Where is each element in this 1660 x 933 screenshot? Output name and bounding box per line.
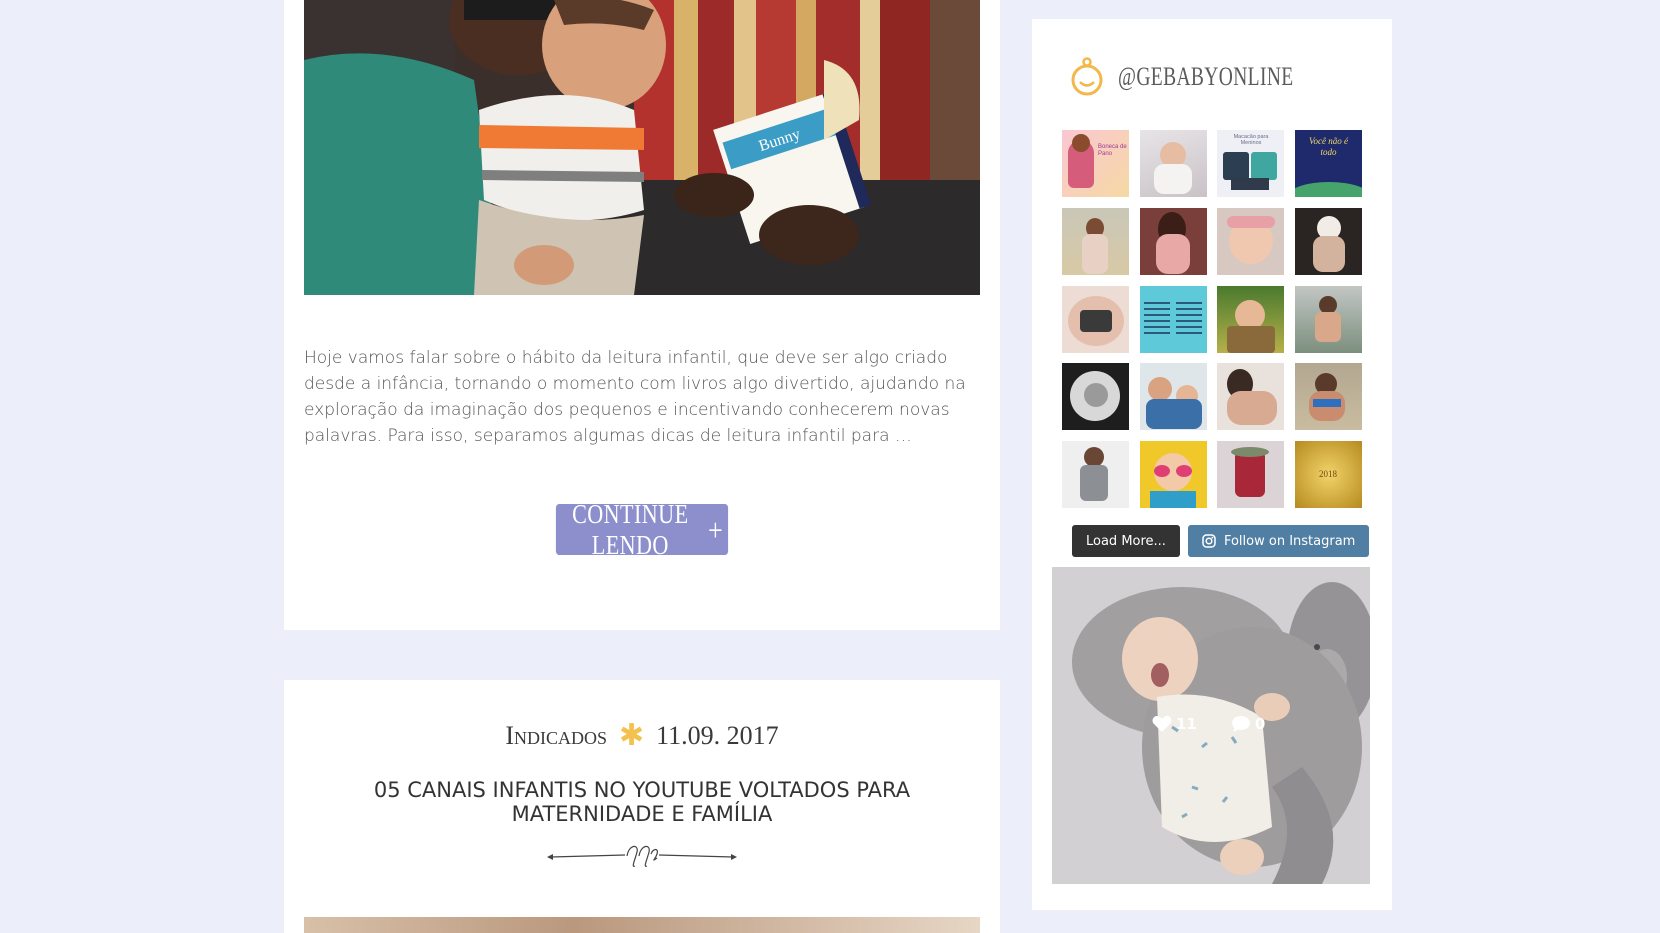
instagram-thumbnail[interactable]: Macacão para Meninos (1217, 130, 1284, 197)
instagram-thumbnail-caption: Macacão para Meninos (1233, 134, 1269, 146)
instagram-thumbnail[interactable]: 2018 (1294, 441, 1362, 509)
instagram-handle-link[interactable]: @gebabyonline (1118, 62, 1294, 92)
instagram-photo-grid: Boneca de Pano Macacão para Meninos Você… (1062, 130, 1362, 509)
post-date: 11.09. 2017 (656, 720, 779, 750)
continue-reading-button[interactable]: Continue lendo + (555, 499, 729, 560)
featured-instagram-post[interactable]: 11 0 (1052, 567, 1370, 884)
instagram-thumbnail[interactable] (1139, 441, 1207, 509)
instagram-thumbnail[interactable] (1062, 363, 1129, 431)
post-category-link[interactable]: Indicados (505, 721, 607, 751)
likes-stat: 11 (1152, 715, 1197, 733)
instagram-thumbnail[interactable] (1062, 285, 1129, 353)
instagram-thumbnail-caption: Você não é todo (1309, 136, 1348, 157)
instagram-widget: @gebabyonline Boneca de Pano Macacão par… (1032, 19, 1392, 910)
instagram-thumbnail[interactable] (1217, 207, 1284, 275)
post-featured-image[interactable]: Bunny (304, 0, 980, 295)
instagram-thumbnail[interactable] (1217, 363, 1284, 431)
instagram-thumbnail-caption: 2018 (1319, 469, 1337, 480)
instagram-thumbnail[interactable] (1217, 285, 1284, 353)
comments-stat: 0 (1231, 715, 1265, 733)
instagram-thumbnail-caption: Boneca de Pano (1098, 144, 1127, 157)
page: Bunny Hoje vamos falar sobre o hábito da… (0, 0, 1660, 933)
follow-on-instagram-button[interactable]: Follow on Instagram (1187, 525, 1370, 557)
plus-icon: + (707, 511, 724, 548)
blog-post-card: Indicados ✱ 11.09. 2017 05 canais infant… (284, 680, 1000, 933)
post-excerpt: Hoje vamos falar sobre o hábito da leitu… (304, 348, 966, 446)
instagram-thumbnail[interactable] (1139, 130, 1207, 197)
load-more-button[interactable]: Load More... (1072, 525, 1180, 557)
comments-count: 0 (1254, 715, 1266, 733)
blog-post-card: Bunny Hoje vamos falar sobre o hábito da… (284, 0, 1000, 630)
follow-on-instagram-label: Follow on Instagram (1223, 533, 1356, 549)
instagram-header: @gebabyonline (1070, 57, 1352, 97)
likes-count: 11 (1176, 715, 1197, 733)
post-featured-image[interactable] (304, 917, 980, 933)
instagram-thumbnail[interactable] (1294, 285, 1362, 353)
comment-icon (1231, 716, 1250, 732)
flourish-divider-icon (547, 845, 737, 867)
instagram-thumbnail[interactable] (1139, 363, 1207, 431)
baby-face-icon (1071, 57, 1103, 96)
instagram-thumbnail[interactable] (1217, 441, 1284, 509)
post-title-link[interactable]: 05 canais infantis no YouTube voltados p… (344, 778, 940, 826)
asterisk-icon: ✱ (618, 719, 645, 752)
featured-post-stats: 11 0 (1152, 715, 1265, 733)
instagram-thumbnail[interactable]: Você não é todo (1294, 130, 1362, 197)
heart-icon (1152, 716, 1172, 732)
instagram-thumbnail[interactable] (1139, 207, 1207, 275)
instagram-thumbnail[interactable] (1139, 285, 1207, 353)
instagram-thumbnail[interactable] (1294, 207, 1362, 275)
instagram-actions: Load More... Follow on Instagram (1072, 525, 1370, 557)
instagram-thumbnail[interactable]: Boneca de Pano (1062, 130, 1129, 197)
instagram-thumbnail[interactable] (1062, 441, 1129, 509)
instagram-thumbnail[interactable] (1294, 363, 1362, 431)
instagram-thumbnail[interactable] (1062, 207, 1129, 275)
post-meta: Indicados ✱ 11.09. 2017 (284, 718, 1000, 753)
continue-reading-label: Continue lendo (572, 498, 689, 560)
instagram-icon (1202, 534, 1216, 548)
